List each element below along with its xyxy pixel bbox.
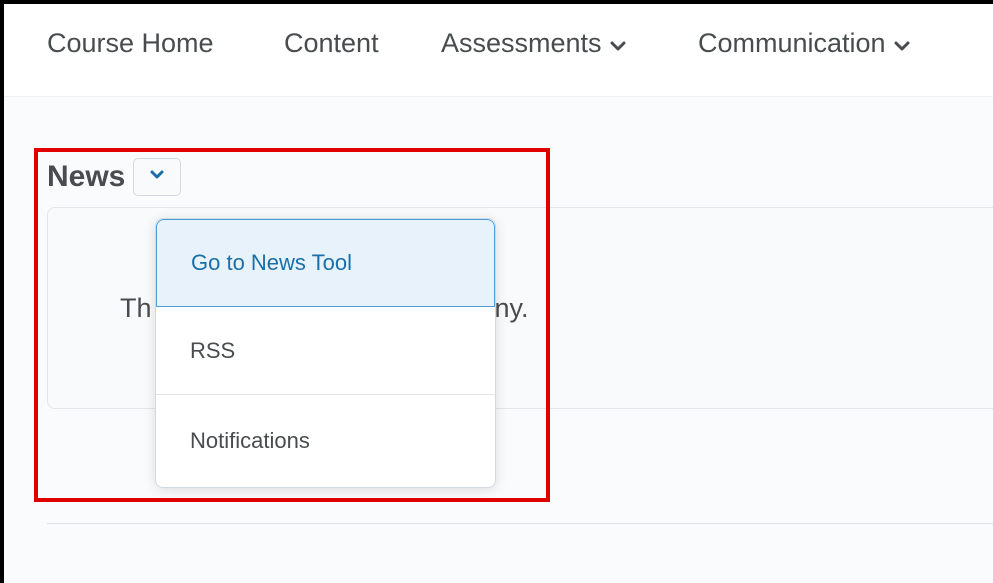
nav-content-label: Content — [284, 28, 379, 58]
content-divider — [47, 523, 993, 524]
chevron-down-icon — [894, 28, 910, 59]
chevron-down-icon — [610, 28, 626, 59]
nav-content[interactable]: Content — [284, 28, 379, 59]
nav-course-home-label: Course Home — [47, 28, 214, 58]
nav-communication-label: Communication — [698, 28, 886, 58]
nav-communication[interactable]: Communication — [698, 28, 910, 59]
course-navbar: Course Home Content Assessments Communic… — [4, 4, 993, 97]
nav-assessments[interactable]: Assessments — [441, 28, 626, 59]
nav-assessments-label: Assessments — [441, 28, 602, 58]
nav-course-home[interactable]: Course Home — [47, 28, 214, 59]
highlight-annotation-box — [34, 148, 550, 502]
